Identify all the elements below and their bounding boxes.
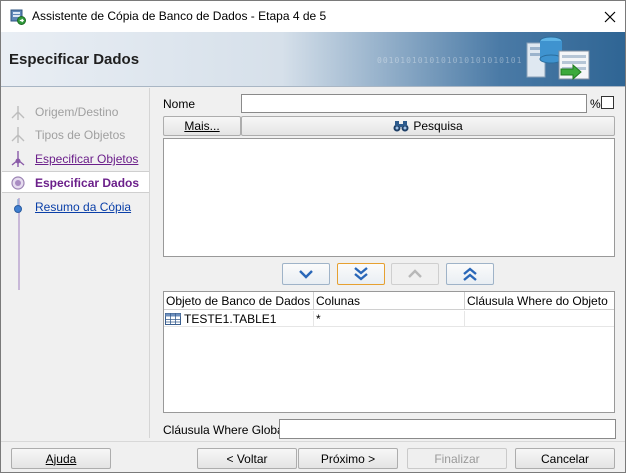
binoculars-icon [393,121,409,132]
cancel-button[interactable]: Cancelar [515,448,615,469]
nav-step-label: Especificar Objetos [35,152,139,166]
step-todo-marker-icon [14,199,22,213]
nav-step-label: Resumo da Cópia [35,200,132,214]
name-filter-input[interactable] [241,94,587,113]
move-up-button[interactable] [391,263,439,285]
nav-step-label: Tipos de Objetos [35,128,126,142]
column-header-columns[interactable]: Colunas [314,292,465,310]
help-button[interactable]: Ajuda [11,448,111,469]
step-done-marker-icon [11,106,25,120]
close-button[interactable] [595,1,625,32]
close-icon [604,11,616,22]
column-header-where[interactable]: Cláusula Where do Objeto [465,292,614,310]
nav-step-label: Origem/Destino [35,105,119,119]
nav-step-label: Especificar Dados [35,176,140,190]
up-arrow-icon [408,269,422,278]
nav-step-especificar-objetos[interactable]: Especificar Objetos [2,148,149,170]
wildcard-percent-label: % [590,97,601,111]
cancel-button-label: Cancelar [540,451,590,466]
step-visited-marker-icon [11,151,25,167]
down-arrow-icon [299,270,313,279]
nav-step-tipos-de-objetos: Tipos de Objetos [2,124,149,146]
finish-button-label: Finalizar [434,451,480,466]
wildcard-percent-checkbox[interactable] [601,96,614,109]
search-button[interactable]: Pesquisa [241,116,615,136]
table-cell-where[interactable] [465,311,614,327]
back-button[interactable]: < Voltar [197,448,297,469]
table-row[interactable]: TESTE1.TABLE1 * [164,311,614,327]
page-title: Especificar Dados [9,51,140,68]
search-button-label: Pesquisa [413,119,463,133]
finish-button[interactable]: Finalizar [407,448,507,469]
move-all-up-button[interactable] [446,263,494,285]
title-bar: Assistente de Cópia de Banco de Dados - … [1,1,625,32]
database-graphic-icon [526,36,590,81]
double-up-arrow-icon [463,267,477,281]
table-cell-columns[interactable]: * [314,311,465,327]
back-button-label: < Voltar [226,451,268,466]
help-button-label: Ajuda [45,451,77,466]
move-down-button[interactable] [282,263,330,285]
global-where-label: Cláusula Where Global: [163,423,290,437]
move-all-down-button[interactable] [337,263,385,285]
nav-step-especificar-dados: Especificar Dados [2,171,149,193]
name-label: Nome [163,97,196,111]
more-button-label: Mais... [184,119,220,133]
footer-divider [1,441,625,442]
header-decoration-binary: 0010101010101010101010101 [377,56,523,65]
object-name: TESTE1.TABLE1 [184,312,277,326]
table-icon [165,313,181,325]
wizard-header: Especificar Dados 0010101010101010101010… [1,32,625,87]
database-copy-app-icon [10,9,26,25]
next-button-label: Próximo > [320,451,376,466]
available-objects-list[interactable] [163,138,615,257]
wizard-steps-nav: Origem/Destino Tipos de Objetos Especifi… [2,88,150,438]
selected-objects-table: Objeto de Banco de Dados Colunas Cláusul… [163,291,615,413]
more-button[interactable]: Mais... [163,116,241,136]
double-down-arrow-icon [354,267,368,281]
next-button[interactable]: Próximo > [298,448,398,469]
nav-step-resumo-da-copia[interactable]: Resumo da Cópia [2,196,149,218]
window-title: Assistente de Cópia de Banco de Dados - … [32,9,327,23]
table-header-row: Objeto de Banco de Dados Colunas Cláusul… [164,292,614,310]
column-header-object[interactable]: Objeto de Banco de Dados [164,292,314,310]
wizard-window: Assistente de Cópia de Banco de Dados - … [0,0,626,473]
table-cell-object: TESTE1.TABLE1 [164,311,314,327]
global-where-input[interactable] [279,419,616,439]
step-current-marker-icon [11,176,25,190]
nav-step-origem-destino: Origem/Destino [2,101,149,123]
step-done-marker-icon [11,127,25,143]
